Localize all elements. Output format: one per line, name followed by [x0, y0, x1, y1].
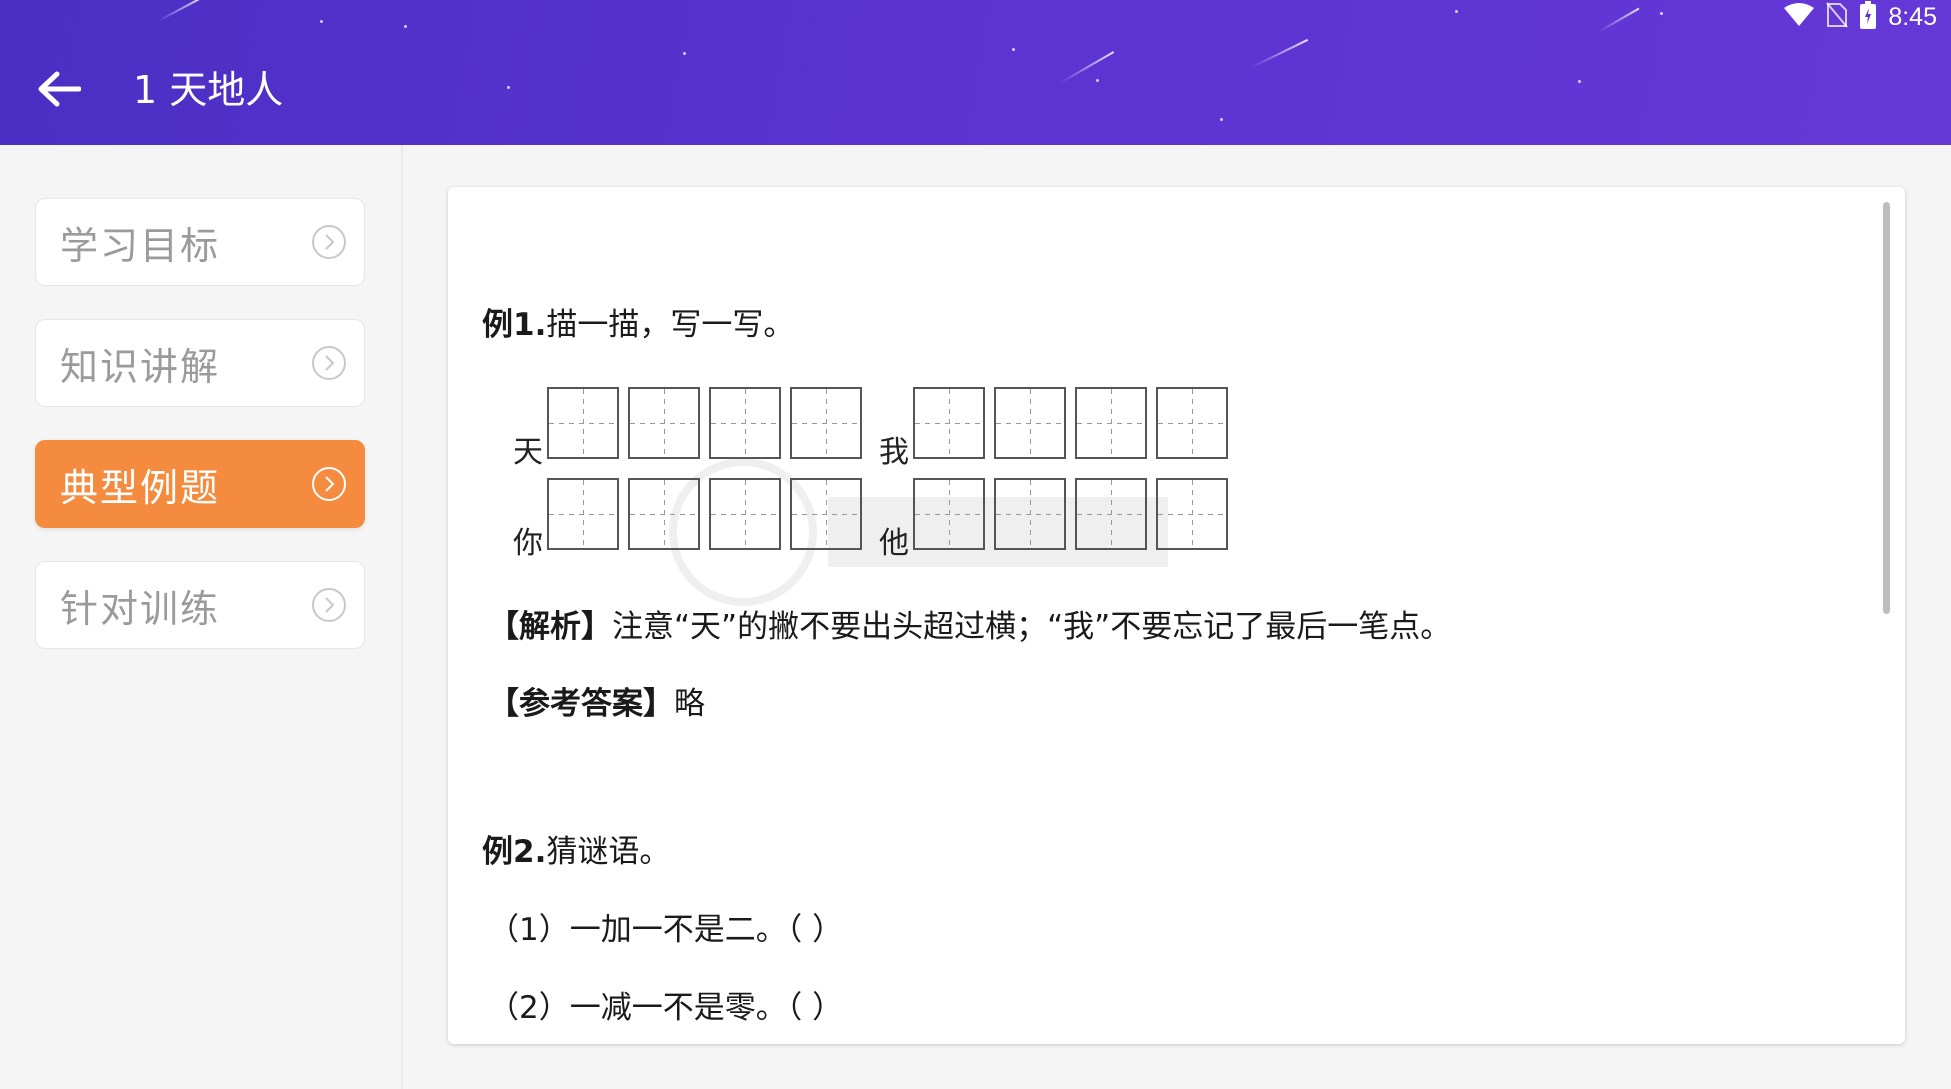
- sidebar-item-label: 知识讲解: [60, 344, 221, 389]
- status-time: 8:45: [1888, 2, 1937, 31]
- example-2-label: 例2.: [482, 834, 547, 870]
- answer-label: 【参考答案】: [488, 686, 674, 722]
- writing-cell: [1156, 387, 1228, 459]
- arrow-left-icon: [37, 70, 82, 112]
- star-decoration: [1660, 12, 1663, 15]
- star-decoration: [404, 25, 407, 28]
- star-decoration: [320, 20, 323, 23]
- status-bar: 8:45: [1784, 1, 1937, 33]
- chevron-right-circle-icon: [311, 224, 347, 260]
- star-decoration: [1578, 80, 1581, 83]
- sidebar-item-knowledge[interactable]: 知识讲解: [35, 319, 365, 407]
- writing-cell: [913, 478, 985, 550]
- analysis-text: 注意“天”的撇不要出头超过横；“我”不要忘记了最后一笔点。: [612, 609, 1452, 645]
- writing-cell: [1075, 387, 1147, 459]
- page-title: 1 天地人: [133, 68, 284, 112]
- example-2-heading: 例2.猜谜语。: [482, 826, 670, 871]
- example-2-text: 猜谜语。: [546, 834, 671, 870]
- star-decoration: [1455, 10, 1458, 13]
- writing-grid-wo: [913, 387, 1228, 459]
- riddle-item: （1）一加一不是二。（ ）: [488, 912, 844, 948]
- analysis-label: 【解析】: [488, 609, 612, 645]
- chevron-right-circle-icon: [311, 466, 347, 502]
- example-1-answer: 【参考答案】略: [488, 678, 705, 723]
- star-decoration: [507, 86, 510, 89]
- star-decoration: [1220, 118, 1223, 121]
- writing-grid-ta: [913, 478, 1228, 550]
- sidebar-item-typical-examples[interactable]: 典型例题: [35, 440, 365, 528]
- sidebar-item-label: 学习目标: [60, 223, 221, 268]
- star-decoration: [1096, 79, 1099, 82]
- chevron-right-circle-icon: [311, 345, 347, 381]
- example-1-label: 例1.: [482, 307, 547, 343]
- writing-cell: [547, 478, 619, 550]
- sidebar-item-learning-goals[interactable]: 学习目标: [35, 198, 365, 286]
- grid-label-wo: 我: [879, 435, 909, 470]
- shooting-star-decoration: [157, 0, 201, 22]
- no-sim-icon: [1826, 2, 1849, 32]
- writing-grid-tian: [547, 387, 862, 459]
- answer-text: 略: [674, 686, 705, 722]
- shooting-star-decoration: [1251, 38, 1309, 68]
- example-1-heading: 例1.描一描，写一写。: [482, 299, 794, 344]
- app-bar: 8:45 1 天地人: [0, 0, 1951, 145]
- shooting-star-decoration: [1599, 7, 1640, 32]
- writing-cell: [709, 387, 781, 459]
- writing-cell: [994, 387, 1066, 459]
- writing-cell: [628, 387, 700, 459]
- example-1-text: 描一描，写一写。: [546, 307, 795, 343]
- example-1-analysis: 【解析】注意“天”的撇不要出头超过横；“我”不要忘记了最后一笔点。: [488, 601, 1451, 646]
- grid-label-ta: 他: [879, 526, 909, 561]
- writing-cell: [709, 478, 781, 550]
- writing-cell: [547, 387, 619, 459]
- chevron-right-circle-icon: [311, 587, 347, 623]
- star-decoration: [1012, 48, 1015, 51]
- sidebar-item-label: 针对训练: [60, 586, 221, 631]
- writing-cell: [628, 478, 700, 550]
- riddle-item: （2）一减一不是零。（ ）: [488, 990, 844, 1026]
- shooting-star-decoration: [1059, 51, 1115, 84]
- writing-grid-ni: [547, 478, 862, 550]
- writing-cell: [790, 478, 862, 550]
- star-decoration: [683, 52, 686, 55]
- grid-label-tian: 天: [513, 435, 543, 470]
- writing-cell: [1156, 478, 1228, 550]
- wifi-icon: [1784, 3, 1815, 31]
- content-card[interactable]: 例1.描一描，写一写。 天 我 你 他 【解析】注意“天”的撇不要出头超过横；“…: [448, 187, 1905, 1044]
- back-button[interactable]: [30, 62, 88, 120]
- sidebar-item-label: 典型例题: [60, 465, 221, 510]
- writing-cell: [913, 387, 985, 459]
- battery-icon: [1860, 1, 1877, 33]
- writing-cell: [790, 387, 862, 459]
- writing-cell: [994, 478, 1066, 550]
- sidebar-item-targeted-training[interactable]: 针对训练: [35, 561, 365, 649]
- sidebar: 学习目标 知识讲解 典型例题 针对训练: [0, 145, 403, 1089]
- grid-label-ni: 你: [513, 526, 543, 561]
- writing-cell: [1075, 478, 1147, 550]
- scrollbar[interactable]: [1883, 202, 1890, 614]
